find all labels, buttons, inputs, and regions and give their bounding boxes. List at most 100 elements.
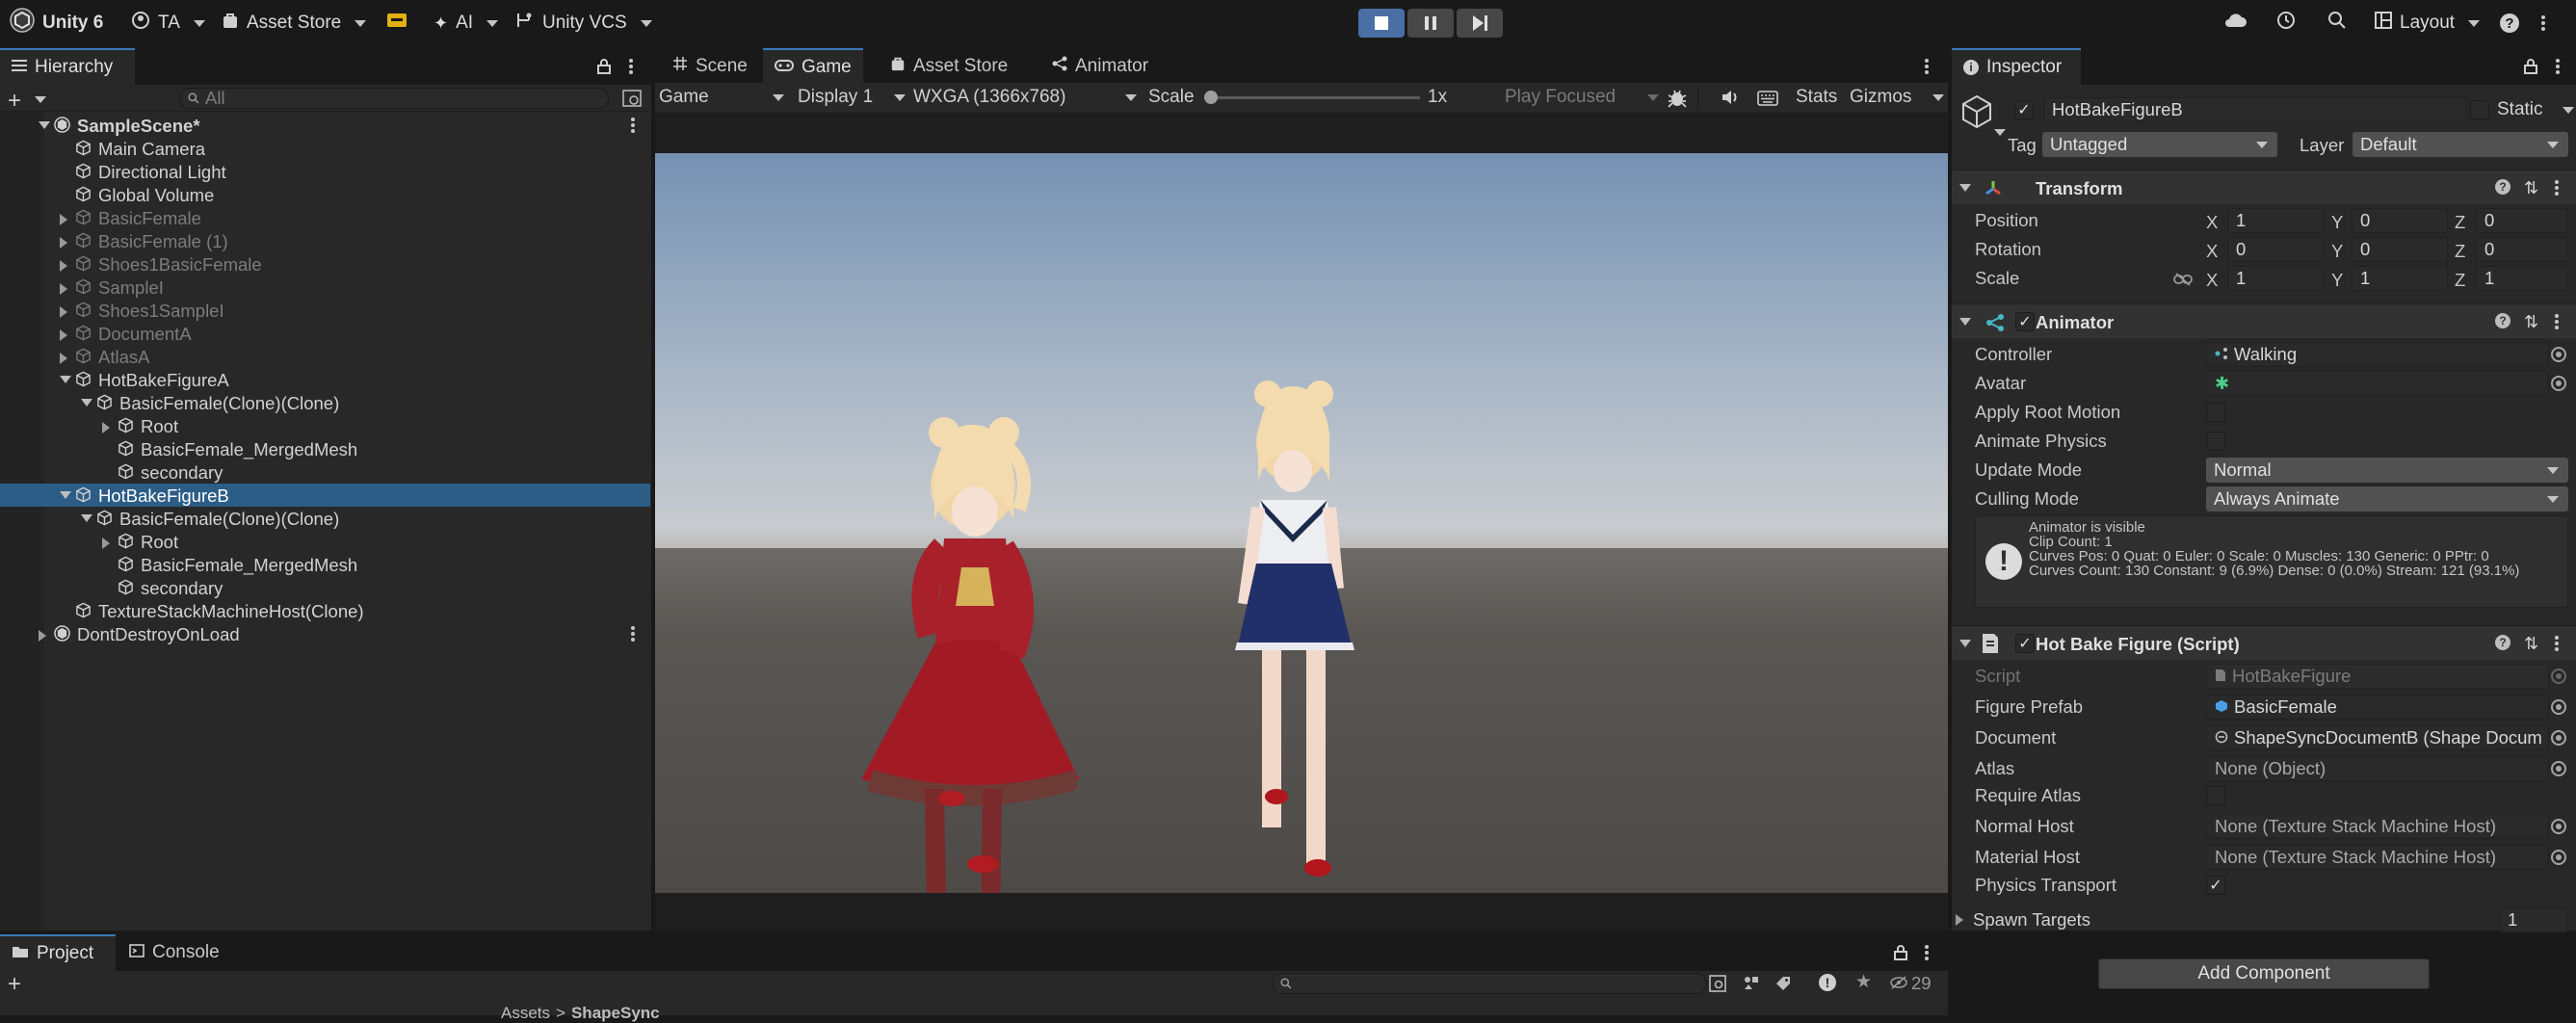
rotation-y-field[interactable]: 0 [2352, 237, 2448, 262]
tab-game[interactable]: Game [763, 48, 863, 85]
resolution-dropdown[interactable]: WXGA (1366x768) [913, 83, 1137, 112]
rotation-z-field[interactable]: 0 [2476, 237, 2568, 262]
hidden-packages-toggle[interactable]: 29 [1890, 973, 1932, 994]
scene-menu-icon[interactable] [631, 118, 635, 133]
tab-asset-store[interactable]: Asset Store [879, 48, 1019, 85]
hierarchy-item[interactable]: DontDestroyOnLoad [0, 622, 650, 645]
axis-label[interactable]: X [2206, 241, 2218, 262]
axis-label[interactable]: X [2206, 270, 2218, 291]
inspector-menu-icon[interactable] [2556, 59, 2560, 74]
chevron-down-icon[interactable] [81, 514, 92, 522]
hierarchy-item[interactable]: BasicFemale (1) [0, 229, 650, 252]
hierarchy-item[interactable]: SampleI [0, 275, 650, 299]
game-view-dropdown[interactable]: Game [659, 83, 784, 112]
rotation-x-field[interactable]: 0 [2227, 237, 2324, 262]
link-icon[interactable] [2173, 270, 2193, 291]
hierarchy-item[interactable]: BasicFemale [0, 206, 650, 229]
chevron-down-icon[interactable] [60, 491, 71, 499]
game-render[interactable] [655, 153, 1948, 893]
tab-hierarchy[interactable]: Hierarchy [0, 48, 135, 85]
spawn-targets-foldout[interactable]: Spawn Targets [1956, 905, 2090, 934]
display-dropdown[interactable]: Display 1 [798, 83, 906, 112]
chevron-down-icon[interactable] [81, 399, 92, 407]
scale-y-field[interactable]: 1 [2352, 266, 2448, 291]
hierarchy-item[interactable]: TextureStackMachineHost(Clone) [0, 599, 650, 622]
hierarchy-item[interactable]: Global Volume [0, 183, 650, 206]
vcs-dropdown[interactable]: Unity VCS [515, 0, 652, 46]
help-icon[interactable]: ? [2495, 313, 2510, 328]
more-menu-button[interactable] [2541, 0, 2545, 46]
object-picker-icon[interactable] [2551, 850, 2566, 865]
chevron-right-icon[interactable] [60, 306, 67, 318]
label-icon[interactable] [1774, 975, 1792, 997]
spawn-targets-count[interactable]: 1 [2499, 907, 2568, 932]
physics-transport-checkbox[interactable]: ✓ [2206, 876, 2225, 895]
hierarchy-item[interactable]: BasicFemale_MergedMesh [0, 553, 650, 576]
chevron-down-icon[interactable] [2563, 107, 2574, 114]
add-icon[interactable]: + [8, 971, 21, 998]
require-atlas-checkbox[interactable] [2206, 786, 2225, 805]
hierarchy-item[interactable]: BasicFemale_MergedMesh [0, 437, 650, 460]
breadcrumb-assets[interactable]: Assets [501, 1004, 550, 1023]
axis-label[interactable]: Z [2455, 212, 2465, 233]
hierarchy-item[interactable]: Directional Light [0, 160, 650, 183]
component-menu-icon[interactable] [2555, 314, 2559, 329]
static-checkbox[interactable] [2470, 100, 2489, 119]
hierarchy-item[interactable]: Shoes1SampleI [0, 299, 650, 322]
help-button[interactable]: ? [2500, 0, 2519, 46]
chevron-down-icon[interactable] [39, 121, 50, 129]
hierarchy-item[interactable]: secondary [0, 460, 650, 484]
cloud-button[interactable] [2222, 0, 2247, 46]
scale-slider-handle[interactable] [1204, 91, 1218, 104]
add-icon[interactable]: + [8, 88, 21, 115]
chevron-down-icon[interactable] [60, 376, 71, 383]
component-menu-icon[interactable] [2555, 180, 2559, 196]
axis-label[interactable]: Y [2331, 212, 2343, 233]
layout-dropdown[interactable]: Layout [2375, 0, 2481, 46]
chevron-right-icon[interactable] [60, 260, 67, 272]
filter-by-type-icon[interactable] [1742, 975, 1761, 997]
culling-mode-dropdown[interactable]: Always Animate [2206, 486, 2568, 512]
project-search-input[interactable] [1272, 973, 1707, 994]
axis-label[interactable]: X [2206, 212, 2218, 233]
scene-menu-icon[interactable] [631, 626, 635, 642]
lock-button[interactable] [597, 58, 611, 79]
inspector-lock-button[interactable] [2524, 58, 2537, 79]
search-by-type-icon[interactable] [1709, 975, 1726, 997]
tag-dropdown[interactable]: Untagged [2042, 132, 2277, 157]
position-z-field[interactable]: 0 [2476, 208, 2568, 233]
figure-prefab-field[interactable]: BasicFemale [2206, 695, 2549, 720]
object-picker-icon[interactable] [2551, 699, 2566, 715]
unity-menu[interactable]: Unity 6 [10, 0, 103, 46]
chevron-down-icon[interactable] [1994, 129, 2006, 136]
animator-enabled-checkbox[interactable]: ✓ [2015, 312, 2035, 331]
center-menu-icon[interactable] [1925, 59, 1929, 74]
atlas-field[interactable]: None (Object) [2206, 756, 2549, 781]
play-focused-dropdown[interactable]: Play Focused [1505, 83, 1659, 112]
active-checkbox[interactable]: ✓ [2014, 100, 2034, 119]
animate-physics-checkbox[interactable] [2206, 432, 2225, 451]
material-host-field[interactable]: None (Texture Stack Machine Host) [2206, 845, 2549, 870]
tab-inspector[interactable]: i Inspector [1952, 48, 2081, 85]
scale-z-field[interactable]: 1 [2476, 266, 2568, 291]
chevron-right-icon[interactable] [60, 353, 67, 364]
axis-label[interactable]: Y [2331, 241, 2343, 262]
history-button[interactable] [2275, 0, 2297, 46]
hierarchy-item[interactable]: Root [0, 414, 650, 437]
chevron-right-icon[interactable] [60, 237, 67, 249]
gameobject-cube-icon[interactable] [1958, 92, 1996, 136]
hierarchy-item[interactable]: Shoes1BasicFemale [0, 252, 650, 275]
hierarchy-item[interactable]: secondary [0, 576, 650, 599]
presets-icon[interactable]: ⇅ [2524, 312, 2538, 332]
package-button[interactable] [386, 0, 407, 46]
presets-icon[interactable]: ⇅ [2524, 634, 2538, 654]
chevron-right-icon[interactable] [60, 214, 67, 225]
asset-store-dropdown[interactable]: Asset Store [222, 0, 367, 46]
search-button[interactable] [2327, 0, 2347, 46]
tab-scene[interactable]: Scene [661, 48, 759, 85]
breadcrumb-shapesync[interactable]: ShapeSync [571, 1004, 660, 1023]
pause-button[interactable] [1407, 9, 1454, 38]
hierarchy-item[interactable]: HotBakeFigureB [0, 484, 650, 507]
hierarchy-menu-icon[interactable] [629, 59, 633, 74]
document-field[interactable]: ShapeSyncDocumentB (Shape Docum [2206, 725, 2549, 750]
